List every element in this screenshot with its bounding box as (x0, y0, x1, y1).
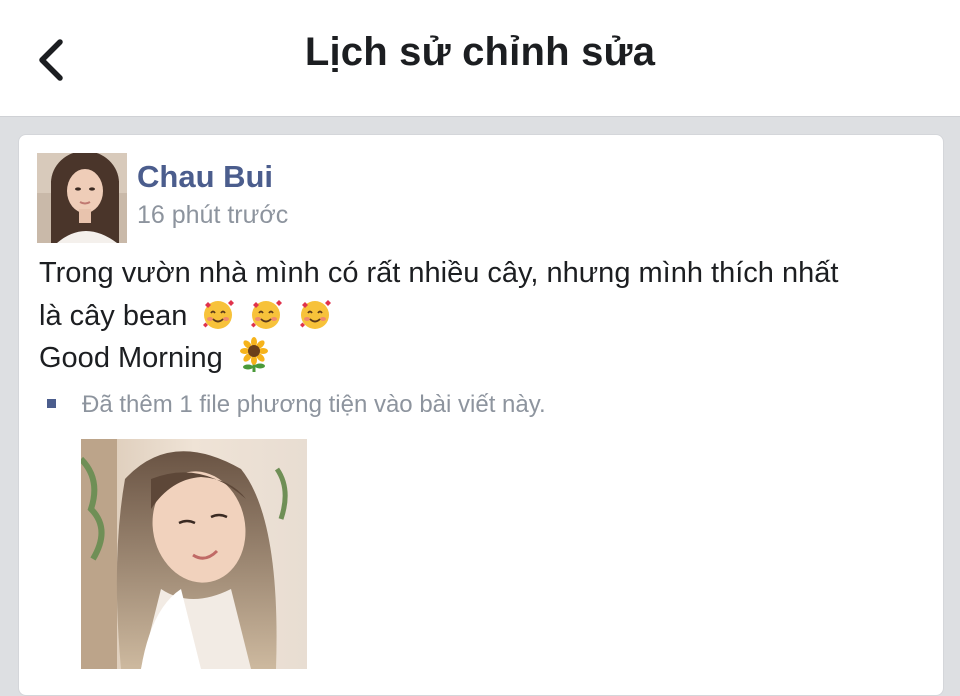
post-card: Chau Bui 16 phút trước Trong vườn nhà mì… (18, 134, 944, 696)
post-time[interactable]: 16 phút trước (137, 201, 288, 230)
author-name[interactable]: Chau Bui (137, 159, 273, 195)
edit-note-text: Đã thêm 1 file phương tiện vào bài viết … (82, 391, 546, 418)
sunflower-icon (237, 337, 271, 373)
post-photo[interactable] (81, 439, 307, 669)
bullet-icon (47, 399, 56, 408)
smiling-face-with-hearts-icon (298, 297, 332, 331)
post-text: là cây bean (39, 300, 188, 332)
post-text: Good Morning (39, 342, 223, 374)
post-text-line-1: Trong vườn nhà mình có rất nhiều cây, nh… (39, 257, 838, 290)
page-title: Lịch sử chỉnh sửa (304, 30, 656, 74)
avatar[interactable] (37, 153, 127, 243)
edit-history-note: Đã thêm 1 file phương tiện vào bài viết … (47, 391, 546, 419)
top-bar: Lịch sử chỉnh sửa (0, 0, 960, 117)
post-text-line-2: là cây bean (39, 297, 332, 333)
smiling-face-with-hearts-icon (201, 297, 235, 331)
post-text: Trong vườn nhà mình có rất nhiều cây, nh… (39, 257, 839, 289)
smiling-face-with-hearts-icon (249, 297, 283, 331)
post-text-line-3: Good Morning (39, 337, 271, 375)
